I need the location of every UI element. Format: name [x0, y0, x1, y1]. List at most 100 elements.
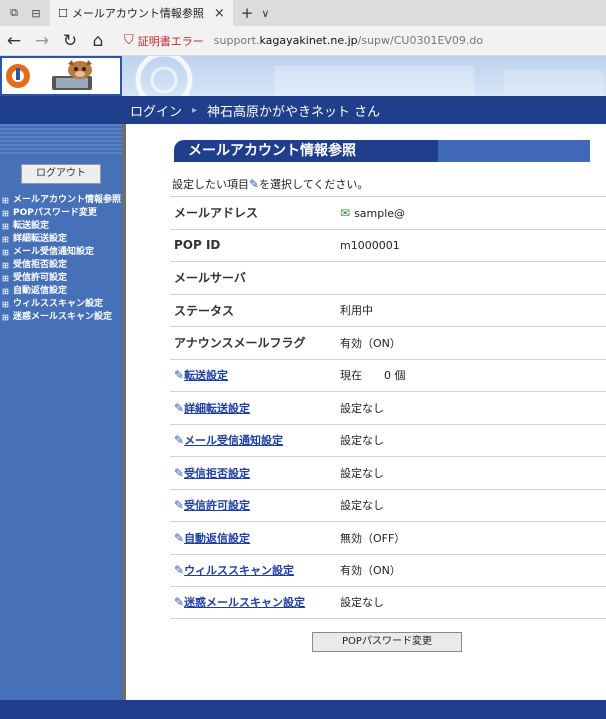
header-decoration [135, 56, 604, 96]
allow-settings-link[interactable]: 受信許可設定 [184, 499, 250, 512]
sidebar-item-forward[interactable]: ⊞ 転送設定 [0, 220, 122, 233]
forward-arrow-icon[interactable]: → [28, 27, 56, 55]
row-value: m1000001 [340, 238, 400, 252]
pencil-icon: ✎ [174, 400, 185, 415]
page-icon: ☐ [58, 6, 68, 20]
tabs-aside-icon[interactable]: ⊟ [28, 5, 44, 21]
site-header: ログイン ▸ 神石高原かがやきネット さん [0, 56, 606, 124]
page-title: メールアカウント情報参照 [188, 143, 356, 159]
pencil-icon: ✎ [174, 433, 185, 448]
sidebar-item-pop-password[interactable]: ⊞ POPパスワード変更 [0, 207, 122, 220]
row-value: 有効（ON） [340, 336, 401, 350]
row-value: 設定なし [340, 466, 384, 480]
site-logo [0, 56, 122, 96]
sidebar-item-virus-scan[interactable]: ⊞ ウィルススキャン設定 [0, 298, 122, 311]
pop-password-change-button[interactable]: POPパスワード変更 [312, 632, 462, 652]
pencil-icon: ✎ [249, 177, 260, 191]
browser-tab-bar: ⧉ ⊟ ☐ メールアカウント情報参照 × + ∨ [0, 0, 606, 26]
plus-square-icon: ⊞ [2, 196, 9, 205]
table-row: ✎受信許可設定 設定なし [170, 488, 606, 522]
row-value: 設定なし [340, 434, 384, 448]
table-row: ステータス 利用中 [170, 293, 606, 327]
refresh-icon[interactable]: ↻ [56, 27, 84, 55]
sidebar-menu: ⊞ メールアカウント情報参照 ⊞ POPパスワード変更 ⊞ 転送設定 ⊞ 詳細転送設定 … [0, 194, 122, 324]
user-name: 神石高原かがやきネット さん [207, 104, 381, 120]
sidebar-item-account-info[interactable]: ⊞ メールアカウント情報参照 [0, 194, 122, 207]
sidebar-item-auto-reply[interactable]: ⊞ 自動返信設定 [0, 285, 122, 298]
instruction-text: を選択してください。 [259, 178, 369, 191]
sidebar-item-label: 受信許可設定 [13, 273, 68, 283]
sidebar-item-label: ウィルススキャン設定 [13, 299, 104, 309]
detail-forward-link[interactable]: 詳細転送設定 [184, 402, 250, 415]
mascot-logo-icon [6, 60, 92, 90]
row-label: メールサーバ [174, 271, 246, 286]
sidebar-item-spam-scan[interactable]: ⊞ 迷惑メールスキャン設定 [0, 311, 122, 324]
plus-square-icon: ⊞ [2, 300, 9, 309]
row-label: POP ID [174, 238, 221, 253]
tab-actions-icon[interactable]: ⧉ [6, 5, 22, 21]
row-label: ✎迷惑メールスキャン設定 [170, 594, 340, 610]
plus-square-icon: ⊞ [2, 222, 9, 231]
pencil-icon: ✎ [174, 530, 185, 545]
row-label: ✎受信許可設定 [170, 497, 340, 513]
instruction: 設定したい項目✎を選択してください。 [172, 176, 368, 192]
new-tab-button[interactable]: + [241, 4, 254, 22]
sidebar-item-mail-notify[interactable]: ⊞ メール受信通知設定 [0, 246, 122, 259]
url-field[interactable]: ⛉ 証明書エラー support. kagayakinet.ne.jp /sup… [124, 33, 483, 49]
table-row: POP ID m1000001 [170, 228, 606, 262]
sidebar-item-label: 自動返信設定 [13, 286, 68, 296]
row-value: 設定なし [340, 401, 384, 415]
reject-settings-link[interactable]: 受信拒否設定 [184, 467, 250, 480]
sidebar: ログアウト ⊞ メールアカウント情報参照 ⊞ POPパスワード変更 ⊞ 転送設定 ⊞ 詳… [0, 124, 122, 700]
sidebar-item-label: 転送設定 [13, 221, 50, 231]
sidebar-item-label: 詳細転送設定 [13, 234, 68, 244]
table-row: ✎ウィルススキャン設定 有効（ON） [170, 553, 606, 587]
login-bar: ログイン ▸ 神石高原かがやきネット さん [122, 96, 606, 124]
url-path: /supw/CU0301EV09.do [357, 34, 484, 47]
plus-square-icon: ⊞ [2, 287, 9, 296]
pencil-icon: ✎ [174, 595, 185, 610]
cert-error-label[interactable]: 証明書エラー [138, 33, 204, 49]
row-value: 現在 0 個 [340, 369, 406, 383]
envelope-icon: ✉ [340, 205, 351, 220]
shield-warning-icon[interactable]: ⛉ [124, 33, 134, 48]
plus-square-icon: ⊞ [2, 248, 9, 257]
mail-notify-link[interactable]: メール受信通知設定 [184, 434, 283, 447]
table-row: ✎転送設定 現在 0 個 [170, 358, 606, 392]
row-label: ✎転送設定 [170, 367, 340, 383]
auto-reply-link[interactable]: 自動返信設定 [184, 532, 250, 545]
arrow-icon: ▸ [192, 104, 198, 116]
url-host: kagayakinet.ne.jp [259, 34, 358, 47]
sidebar-item-label: 迷惑メールスキャン設定 [13, 312, 113, 322]
table-row: アナウンスメールフラグ 有効（ON） [170, 326, 606, 359]
row-value: 利用中 [340, 304, 373, 318]
pencil-icon: ✎ [174, 563, 185, 578]
sidebar-item-reject[interactable]: ⊞ 受信拒否設定 [0, 259, 122, 272]
tab-close-icon[interactable]: × [214, 6, 225, 21]
row-value: 無効（OFF） [340, 531, 406, 545]
table-row: ✎メール受信通知設定 設定なし [170, 423, 606, 457]
plus-square-icon: ⊞ [2, 235, 9, 244]
plus-square-icon: ⊞ [2, 274, 9, 283]
email-value: sample@ [354, 206, 406, 220]
row-label: アナウンスメールフラグ [174, 336, 306, 351]
back-arrow-icon[interactable]: ← [0, 27, 28, 55]
plus-square-icon: ⊞ [2, 261, 9, 270]
virus-scan-link[interactable]: ウィルススキャン設定 [184, 564, 294, 577]
logout-button[interactable]: ログアウト [21, 164, 101, 184]
sidebar-stripes [0, 124, 122, 154]
tab-list-button[interactable]: ∨ [261, 7, 269, 20]
browser-tab[interactable]: ☐ メールアカウント情報参照 × [50, 0, 233, 26]
spam-scan-link[interactable]: 迷惑メールスキャン設定 [184, 596, 305, 609]
table-row: ✎詳細転送設定 設定なし [170, 391, 606, 424]
sidebar-item-label: 受信拒否設定 [13, 260, 68, 270]
sidebar-item-allow[interactable]: ⊞ 受信許可設定 [0, 272, 122, 285]
forward-settings-link[interactable]: 転送設定 [184, 369, 228, 382]
login-label: ログイン [130, 104, 183, 120]
row-label: ✎受信拒否設定 [170, 465, 340, 481]
home-icon[interactable]: ⌂ [84, 27, 112, 55]
sidebar-item-detail-forward[interactable]: ⊞ 詳細転送設定 [0, 233, 122, 246]
sidebar-item-label: POPパスワード変更 [13, 208, 97, 218]
url-prefix: support. [213, 34, 260, 47]
row-label: ステータス [174, 303, 235, 318]
